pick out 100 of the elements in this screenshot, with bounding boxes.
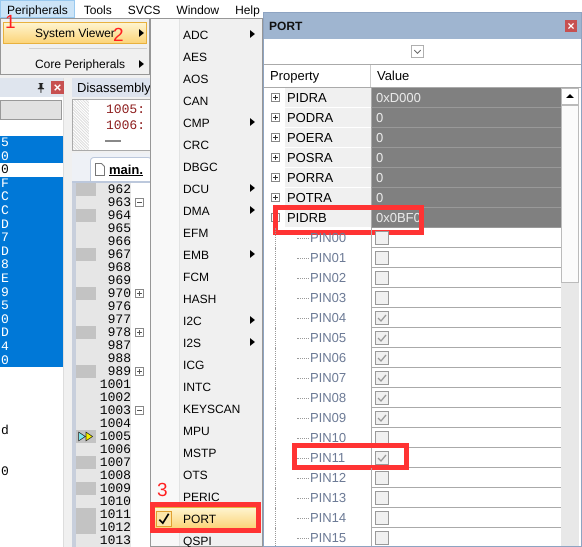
memory-row[interactable]: E — [0, 272, 63, 286]
line-number: 970 — [106, 287, 131, 300]
fold-plus-icon[interactable] — [135, 289, 144, 298]
memory-row[interactable]: 0 — [0, 354, 63, 368]
memory-row[interactable]: 0 — [0, 163, 63, 177]
dropdown-icon[interactable] — [411, 45, 424, 58]
menu-item[interactable]: SVCS — [120, 0, 168, 18]
checkbox[interactable] — [375, 350, 389, 364]
column-header[interactable]: Value — [371, 65, 410, 87]
line-number: 1009 — [98, 482, 131, 495]
checkbox[interactable] — [375, 290, 389, 304]
checkbox[interactable] — [375, 270, 389, 284]
pin-icon[interactable] — [36, 82, 45, 93]
menu-item[interactable]: Tools — [76, 0, 119, 18]
menu-item[interactable]: I2C — [180, 309, 260, 331]
line-number: 1005 — [98, 430, 131, 443]
menu-item[interactable]: AOS — [180, 67, 260, 89]
fold-plus-icon[interactable] — [135, 367, 144, 376]
expand-icon[interactable] — [271, 113, 280, 122]
memory-row[interactable]: C — [0, 190, 63, 204]
line-number: 1007 — [98, 456, 131, 469]
expand-icon[interactable] — [271, 153, 280, 162]
register-name[interactable]: PODRA — [285, 108, 371, 127]
menu-item[interactable]: CRC — [180, 133, 260, 155]
line-number: 1001 — [98, 378, 131, 391]
column-header[interactable]: Property — [264, 65, 371, 87]
memory-row[interactable]: D — [0, 218, 63, 232]
checkbox[interactable] — [375, 310, 389, 324]
fold-plus-icon[interactable] — [135, 328, 144, 337]
memory-row[interactable]: 8 — [0, 258, 63, 272]
checkbox[interactable] — [375, 530, 389, 544]
checkbox[interactable] — [375, 450, 389, 464]
pin-name: PIN12 — [310, 470, 346, 485]
menu-item[interactable]: EFM — [180, 221, 260, 243]
register-name[interactable]: POERA — [285, 128, 371, 147]
memory-row[interactable]: 5 — [0, 299, 63, 313]
menu-item[interactable]: Core Peripherals — [3, 53, 147, 75]
menu-item[interactable]: ADC — [180, 23, 260, 45]
checkbox[interactable] — [375, 470, 389, 484]
memory-row[interactable]: D — [0, 244, 63, 258]
menu-item[interactable]: FCM — [180, 265, 260, 287]
menu-item[interactable]: DMA — [180, 199, 260, 221]
menu-item[interactable]: CMP — [180, 111, 260, 133]
memory-row[interactable]: F — [0, 176, 63, 190]
checkbox[interactable] — [375, 410, 389, 424]
scroll-thumb[interactable] — [561, 105, 579, 283]
expand-icon[interactable] — [271, 173, 280, 182]
line-number: 1012 — [98, 521, 131, 534]
fold-minus-icon[interactable] — [135, 406, 144, 415]
memory-row[interactable]: 0 — [0, 312, 63, 326]
expand-icon[interactable] — [271, 93, 280, 102]
memory-row[interactable]: 0 — [0, 150, 63, 164]
callout-number: 3 — [157, 481, 168, 500]
memory-row[interactable]: 5 — [0, 136, 63, 150]
menu-item[interactable]: Help — [228, 0, 267, 18]
scroll-up-icon[interactable] — [561, 88, 579, 105]
menu-item[interactable]: ICG — [180, 353, 260, 375]
header-button[interactable] — [0, 100, 62, 120]
expand-icon[interactable] — [271, 193, 280, 202]
close-icon[interactable] — [565, 20, 577, 32]
menu-item[interactable]: CAN — [180, 89, 260, 111]
menu-item[interactable]: Window — [169, 0, 226, 18]
checkbox[interactable] — [375, 510, 389, 524]
register-name[interactable]: PIDRA — [285, 88, 371, 107]
menu-item[interactable]: KEYSCAN — [180, 397, 260, 419]
menu-item[interactable]: OTS — [180, 463, 260, 485]
line-number: 989 — [106, 365, 131, 378]
splitter-handle[interactable] — [105, 140, 121, 142]
menu-item[interactable]: MSTP — [180, 441, 260, 463]
memory-row[interactable]: 7 — [0, 231, 63, 245]
menu-item[interactable]: EMB — [180, 243, 260, 265]
expand-icon[interactable] — [271, 133, 280, 142]
pin-name: PIN06 — [310, 350, 346, 365]
menu-item[interactable]: PERIC — [180, 485, 260, 507]
menu-item[interactable]: DBGC — [180, 155, 260, 177]
register-name[interactable]: PORRA — [285, 168, 371, 187]
menu-item[interactable]: HASH — [180, 287, 260, 309]
close-icon[interactable] — [51, 81, 64, 94]
menu-item[interactable]: QSPI — [180, 529, 260, 547]
scrollbar[interactable] — [561, 88, 579, 546]
memory-row[interactable]: 9 — [0, 286, 63, 300]
register-name[interactable]: POSRA — [285, 148, 371, 167]
menu-item[interactable]: AES — [180, 45, 260, 67]
checkbox[interactable] — [375, 370, 389, 384]
memory-row[interactable]: 4 — [0, 340, 63, 354]
checkbox[interactable] — [375, 250, 389, 264]
checkbox[interactable] — [375, 330, 389, 344]
pin-name: PIN03 — [310, 290, 346, 305]
memory-row[interactable]: D — [0, 326, 63, 340]
fold-minus-icon[interactable] — [135, 198, 144, 207]
menu-item[interactable]: DCU — [180, 177, 260, 199]
menu-item[interactable]: MPU — [180, 419, 260, 441]
checkbox[interactable] — [375, 490, 389, 504]
menu-item[interactable]: I2S — [180, 331, 260, 353]
file-tab[interactable]: main. — [90, 157, 152, 181]
menu-item[interactable]: INTC — [180, 375, 260, 397]
checkbox[interactable] — [375, 390, 389, 404]
checkbox[interactable] — [375, 430, 389, 444]
checkbox[interactable] — [375, 230, 389, 244]
memory-row[interactable]: C — [0, 204, 63, 218]
